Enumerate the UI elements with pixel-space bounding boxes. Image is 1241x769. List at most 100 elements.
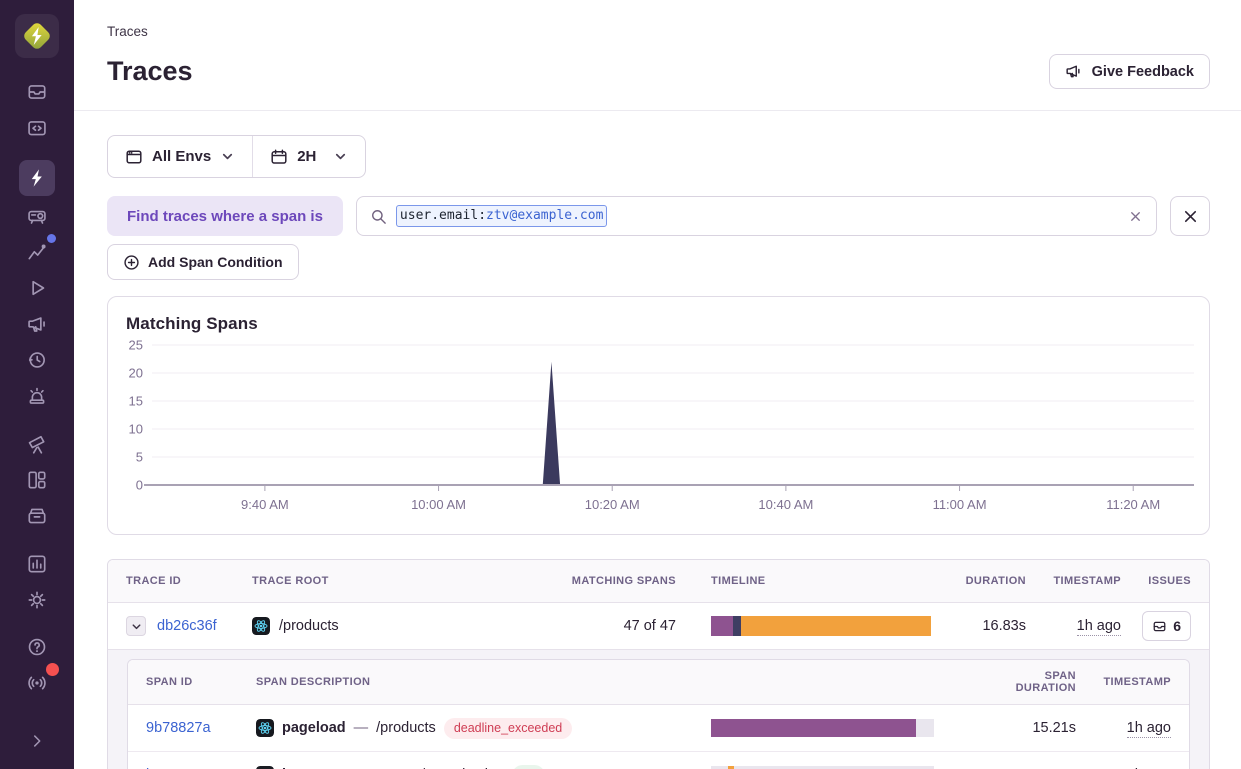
give-feedback-button[interactable]: Give Feedback: [1049, 54, 1210, 89]
trend-chart-icon: [26, 241, 48, 263]
add-span-condition-label: Add Span Condition: [148, 254, 283, 270]
search-token[interactable]: user.email:ztv@example.com: [396, 205, 608, 227]
svg-text:20: 20: [129, 366, 143, 381]
archive-box-icon: [26, 505, 48, 527]
environment-filter[interactable]: All Envs: [108, 136, 252, 177]
chevron-down-icon: [333, 149, 348, 164]
sidebar-item-discover[interactable]: [21, 428, 53, 460]
telescope-icon: [26, 433, 48, 455]
breadcrumb[interactable]: Traces: [107, 24, 1210, 39]
page-content: All Envs 2H Find traces where a span is: [74, 111, 1241, 769]
sidebar-item-stats[interactable]: [21, 548, 53, 580]
status-badge: deadline_exceeded: [444, 718, 572, 739]
trace-timeline-bar[interactable]: [711, 616, 931, 636]
span-op: pageload: [282, 720, 346, 736]
col-trace-id: TRACE ID: [126, 575, 252, 587]
add-span-condition-button[interactable]: Add Span Condition: [107, 244, 299, 280]
gear-icon: [26, 589, 48, 611]
time-range-filter-value: 2H: [297, 148, 316, 165]
span-timeline-bar[interactable]: [711, 719, 934, 737]
remove-condition-button[interactable]: [1170, 196, 1210, 236]
span-search-input[interactable]: user.email:ztv@example.com: [356, 196, 1157, 236]
projector-icon: [26, 205, 48, 227]
trace-timestamp[interactable]: 1h ago: [1077, 618, 1121, 636]
col-trace-root: TRACE ROOT: [252, 575, 571, 587]
inbox-icon: [1152, 619, 1167, 634]
inbox-icon: [26, 81, 48, 103]
span-timestamp[interactable]: 1h ago: [1127, 720, 1171, 738]
sidebar-item-feedback[interactable]: [21, 308, 53, 340]
react-icon: [256, 719, 274, 737]
svg-text:9:40 AM: 9:40 AM: [241, 497, 289, 512]
sidebar-item-replays[interactable]: [21, 272, 53, 304]
close-icon: [1182, 208, 1199, 225]
clear-search-button[interactable]: [1128, 209, 1143, 224]
sidebar: [0, 0, 74, 769]
help-icon: [26, 636, 48, 658]
svg-text:10: 10: [129, 422, 143, 437]
spans-table-header: SPAN ID SPAN DESCRIPTION SPAN DURATION T…: [128, 660, 1189, 705]
span-id-link[interactable]: 9b78827a: [146, 720, 211, 736]
svg-text:10:20 AM: 10:20 AM: [585, 497, 640, 512]
col-timeline: TIMELINE: [691, 575, 931, 587]
trace-issues-button[interactable]: 6: [1142, 611, 1191, 641]
sidebar-item-releases[interactable]: [21, 500, 53, 532]
logo-icon: [19, 18, 55, 54]
svg-text:0: 0: [136, 478, 143, 493]
close-icon: [1128, 209, 1143, 224]
plus-circle-icon: [123, 254, 140, 271]
span-row: b7a7e441 py http.server — GET /organizat…: [128, 752, 1189, 769]
expanded-span-panel: SPAN ID SPAN DESCRIPTION SPAN DURATION T…: [108, 649, 1209, 769]
sidebar-item-dashboards[interactable]: [21, 464, 53, 496]
app-root: Traces Traces Give Feedback: [0, 0, 1241, 769]
calendar-icon: [270, 148, 288, 166]
sidebar-item-explore[interactable]: [21, 112, 53, 144]
window-icon: [125, 148, 143, 166]
main-area: Traces Traces Give Feedback: [74, 0, 1241, 769]
trace-id-link[interactable]: db26c36f: [157, 618, 217, 634]
col-timestamp: TIMESTAMP: [1026, 575, 1121, 587]
search-icon: [370, 208, 387, 225]
stats-bars-icon: [26, 553, 48, 575]
spans-table: SPAN ID SPAN DESCRIPTION SPAN DURATION T…: [127, 659, 1190, 769]
trace-root-label[interactable]: /products: [279, 618, 339, 634]
span-row: 9b78827a: [128, 705, 1189, 752]
sidebar-item-alerts[interactable]: [21, 380, 53, 412]
play-icon: [26, 277, 48, 299]
sidebar-item-projects[interactable]: [21, 200, 53, 232]
broadcast-icon: [26, 672, 48, 694]
chevron-right-icon: [28, 732, 46, 750]
sidebar-item-history[interactable]: [21, 344, 53, 376]
col-span-description: SPAN DESCRIPTION: [256, 676, 711, 688]
trace-duration: 16.83s: [931, 618, 1026, 634]
page-header: Traces Traces Give Feedback: [74, 0, 1241, 111]
sidebar-item-performance[interactable]: [21, 236, 53, 268]
sentry-logo[interactable]: [15, 14, 59, 58]
react-icon: [252, 617, 270, 635]
sidebar-item-traces[interactable]: [19, 160, 55, 196]
col-span-timestamp: TIMESTAMP: [1076, 676, 1171, 688]
notification-dot-blue: [47, 234, 56, 243]
col-duration: DURATION: [931, 575, 1026, 587]
dashboard-icon: [26, 469, 48, 491]
svg-text:15: 15: [129, 394, 143, 409]
traces-table: TRACE ID TRACE ROOT MATCHING SPANS TIMEL…: [107, 559, 1210, 769]
code-folder-icon: [26, 117, 48, 139]
sidebar-item-service-status[interactable]: [21, 667, 53, 699]
condition-label-pill: Find traces where a span is: [107, 196, 343, 236]
col-span-duration: SPAN DURATION: [981, 670, 1076, 694]
notification-dot-red: [46, 663, 59, 676]
trace-expander-button[interactable]: [126, 616, 146, 636]
issues-count: 6: [1173, 618, 1181, 634]
sidebar-collapse-button[interactable]: [21, 725, 53, 757]
sidebar-item-issues[interactable]: [21, 76, 53, 108]
sidebar-item-help[interactable]: [21, 631, 53, 663]
sidebar-item-settings[interactable]: [21, 584, 53, 616]
trace-row: db26c36f /products: [108, 603, 1209, 649]
time-range-filter[interactable]: 2H: [253, 136, 365, 177]
give-feedback-label: Give Feedback: [1092, 64, 1194, 80]
svg-text:11:00 AM: 11:00 AM: [933, 497, 987, 512]
svg-text:5: 5: [136, 450, 143, 465]
span-description: /products: [376, 720, 436, 736]
chevron-down-icon: [220, 149, 235, 164]
